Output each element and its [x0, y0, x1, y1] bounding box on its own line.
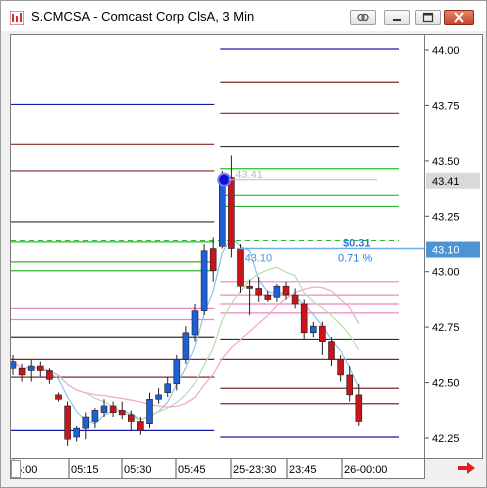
price-axis-scale: 44.00 43.75 43.50 43.25 43.00 42.75 42.50 42.25…	[425, 45, 480, 445]
time-tick-label: 25-23:30	[233, 464, 276, 476]
time-tick-label: 26-00:00	[344, 464, 387, 476]
candle	[237, 244, 244, 293]
price-tick-label: 42.25	[432, 433, 460, 445]
time-tick-label: 05:15	[71, 464, 99, 476]
candle	[300, 299, 308, 340]
change-dollars-label: $0.31	[343, 238, 371, 250]
price-tick-label: 42.75	[432, 322, 460, 334]
candle	[246, 279, 253, 316]
candle	[91, 408, 99, 429]
time-axis[interactable]: 5:00 05:15 05:30 05:45 25-23:30 23:45 26-00:00	[10, 459, 425, 479]
title-bar[interactable]: S.CMCSA - Comcast Corp ClsA, 3 Min	[1, 1, 486, 31]
candle	[319, 321, 326, 355]
candle	[164, 377, 171, 398]
last-price-marker: 43.41	[432, 176, 460, 188]
candle	[64, 401, 71, 446]
app-chart-icon	[10, 11, 24, 25]
maximize-button[interactable]	[415, 10, 441, 25]
price-tick-label: 43.25	[432, 211, 460, 223]
candle	[173, 354, 181, 391]
link-icon	[357, 13, 369, 22]
time-scroll-handle[interactable]	[11, 460, 21, 478]
maximize-icon	[422, 12, 434, 23]
candle	[228, 155, 235, 258]
candle	[118, 401, 126, 420]
candlestick-plot[interactable]: 43.41 43.10 $0.31 0.71 %	[9, 35, 424, 458]
price-tick-label: 43.75	[432, 100, 460, 112]
time-tick-label: 23:45	[289, 464, 317, 476]
time-tick-label: 05:45	[178, 464, 206, 476]
candle	[9, 354, 17, 375]
ref-price-marker: 43.10	[432, 245, 460, 257]
price-axis[interactable]: 44.00 43.75 43.50 43.25 43.00 42.75 42.50 42.25…	[425, 34, 483, 459]
minimize-icon	[393, 19, 401, 21]
candle	[155, 388, 162, 404]
link-button[interactable]	[350, 10, 376, 25]
ghost-price-label: 43.41	[235, 169, 263, 181]
reference-price-label: 43.10	[245, 253, 273, 265]
price-chart[interactable]: 43.41 43.10 $0.31 0.71 %	[9, 34, 425, 459]
candle	[182, 326, 190, 364]
candle	[36, 361, 44, 378]
candle	[309, 321, 317, 338]
candle	[355, 383, 363, 426]
candle	[46, 368, 53, 384]
candle	[82, 412, 90, 440]
candle	[191, 303, 199, 342]
candle	[146, 392, 153, 429]
price-tick-label: 42.50	[432, 378, 460, 390]
candle	[27, 359, 35, 382]
candle	[55, 392, 62, 402]
change-percent-label: 0.71 %	[338, 253, 372, 265]
time-tick-label: 05:30	[124, 464, 152, 476]
scroll-right-arrow-icon[interactable]	[457, 460, 477, 476]
candle	[109, 401, 117, 418]
candle	[328, 337, 335, 367]
price-tick-label: 44.00	[432, 45, 460, 57]
candle	[273, 284, 281, 302]
candle	[255, 277, 262, 302]
candle	[73, 425, 81, 442]
chart-window: S.CMCSA - Comcast Corp ClsA, 3 Min 43.41…	[0, 0, 487, 488]
price-tick-label: 43.50	[432, 156, 460, 168]
candle	[200, 244, 208, 316]
price-tick-label: 43.00	[432, 267, 460, 279]
time-axis-scale: 5:00 05:15 05:30 05:45 25-23:30 23:45 26-00:00	[13, 459, 387, 478]
minimize-button[interactable]	[384, 10, 410, 25]
window-title: S.CMCSA - Comcast Corp ClsA, 3 Min	[31, 9, 255, 24]
close-button[interactable]	[444, 10, 474, 25]
close-icon	[454, 12, 464, 23]
candle	[209, 237, 217, 282]
